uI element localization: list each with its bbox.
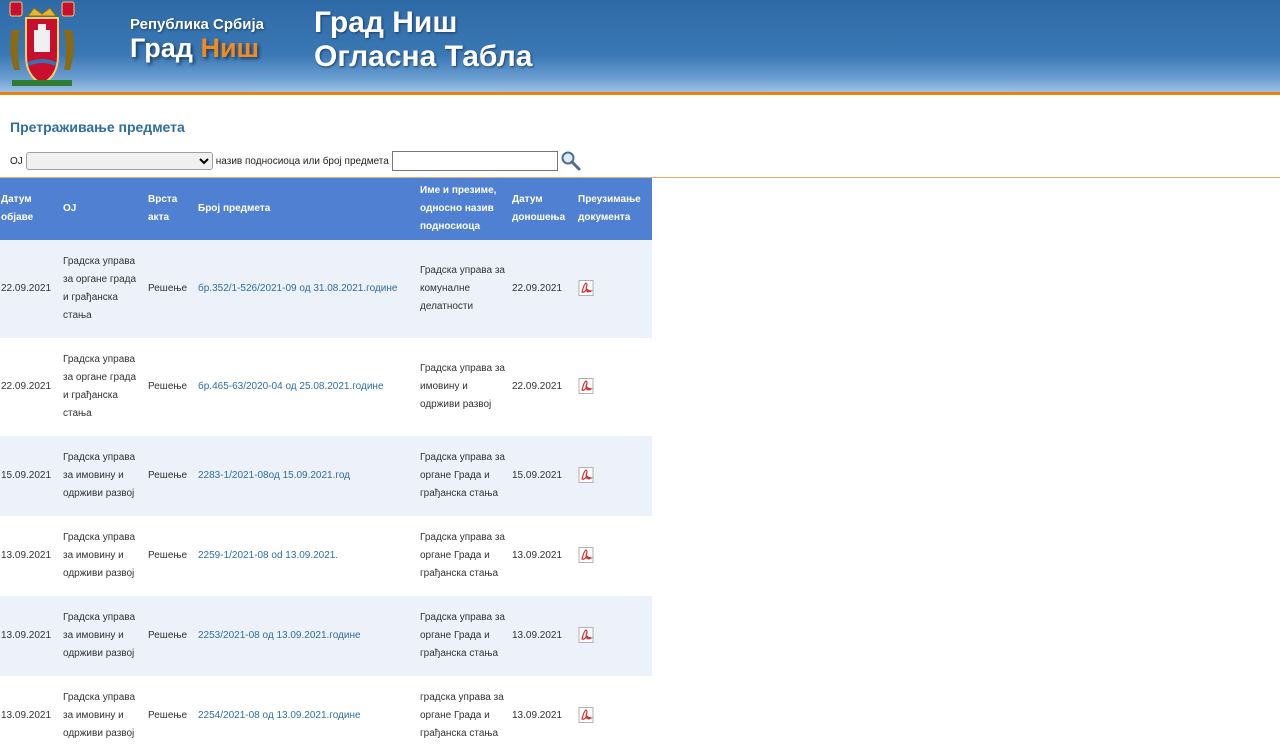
cell-applicant: Градска управа за имовину и одрживи разв… bbox=[420, 363, 505, 410]
cell-act-type: Решење bbox=[148, 381, 188, 392]
oj-select[interactable] bbox=[25, 152, 213, 170]
search-bar: ОЈ назив подносиоца или број предмета bbox=[10, 150, 582, 172]
cell-date-adopted: 13.09.2021 bbox=[512, 630, 563, 641]
pdf-icon[interactable] bbox=[578, 547, 594, 564]
cell-case-number: 2259-1/2021-08 od 13.09.2021. bbox=[198, 516, 420, 596]
cell-case-number: 2283-1/2021-08од 15.09.2021.год bbox=[198, 436, 420, 516]
col-download[interactable]: Преузимање документа bbox=[578, 178, 652, 240]
cell-case-number: 2253/2021-08 од 13.09.2021.године bbox=[198, 596, 420, 676]
cell-date-published: 13.09.2021 bbox=[1, 630, 52, 641]
cell-download bbox=[578, 436, 652, 516]
cell-act-type: Решење bbox=[148, 283, 188, 294]
cell-date-adopted: 13.09.2021 bbox=[512, 710, 563, 721]
cell-date-published: 22.09.2021 bbox=[1, 283, 52, 294]
cell-date-published: 22.09.2021 bbox=[1, 381, 52, 392]
city-crest-icon bbox=[9, 1, 75, 86]
cell-download bbox=[578, 240, 652, 338]
oj-label: ОЈ bbox=[10, 155, 23, 167]
site-title-line2: Огласна Табла bbox=[314, 40, 533, 73]
table-row: 13.09.2021 Градска управа за имовину и о… bbox=[0, 676, 652, 756]
pdf-icon[interactable] bbox=[578, 378, 594, 395]
cell-case-number: бр.465-63/2020-04 од 25.08.2021.године bbox=[198, 338, 420, 436]
pdf-icon[interactable] bbox=[578, 280, 594, 297]
cell-applicant: Градска управа за органе Града и грађанс… bbox=[420, 612, 505, 659]
case-number-link[interactable]: 2259-1/2021-08 od 13.09.2021. bbox=[198, 550, 338, 561]
pdf-icon[interactable] bbox=[578, 467, 594, 484]
cell-applicant: Градска управа за органе Града и грађанс… bbox=[420, 452, 505, 499]
cell-applicant: Градска управа за органе Града и грађанс… bbox=[420, 532, 505, 579]
case-number-link[interactable]: бр.352/1-526/2021-09 од 31.08.2021.годин… bbox=[198, 283, 397, 294]
cell-oj: Градска управа за имовину и одрживи разв… bbox=[63, 532, 136, 579]
table-row: 22.09.2021 Градска управа за органе град… bbox=[0, 338, 652, 436]
col-applicant[interactable]: Име и презиме, односно назив подносиоца bbox=[420, 178, 512, 240]
search-heading: Претраживање предмета bbox=[10, 119, 185, 135]
brand-logo[interactable]: Република Србија Град Ниш bbox=[130, 16, 264, 63]
brand-word: Град bbox=[130, 33, 193, 63]
table-header-row: Датум објаве ОЈ Врста акта Број предмета… bbox=[0, 178, 652, 240]
magnifier-icon[interactable] bbox=[560, 150, 582, 172]
cell-case-number: 2254/2021-08 од 13.09.2021.године bbox=[198, 676, 420, 756]
table-row: 15.09.2021 Градска управа за имовину и о… bbox=[0, 436, 652, 516]
cell-act-type: Решење bbox=[148, 710, 188, 721]
table-row: 22.09.2021 Градска управа за органе град… bbox=[0, 240, 652, 338]
cell-date-adopted: 22.09.2021 bbox=[512, 283, 563, 294]
case-number-link[interactable]: 2283-1/2021-08од 15.09.2021.год bbox=[198, 470, 350, 481]
search-input[interactable] bbox=[391, 151, 558, 171]
brand-country: Република Србија bbox=[130, 16, 265, 33]
cell-oj: Градска управа за органе града и грађанс… bbox=[63, 354, 137, 419]
cell-date-adopted: 13.09.2021 bbox=[512, 550, 563, 561]
col-act-type[interactable]: Врста акта bbox=[148, 178, 198, 240]
cell-download bbox=[578, 338, 652, 436]
results-table: Датум објаве ОЈ Врста акта Број предмета… bbox=[0, 178, 652, 756]
cell-oj: Градска управа за имовину и одрживи разв… bbox=[63, 692, 136, 739]
site-title: Град Ниш Огласна Табла bbox=[314, 6, 532, 74]
cell-date-adopted: 22.09.2021 bbox=[512, 381, 563, 392]
cell-download bbox=[578, 676, 652, 756]
table-row: 13.09.2021 Градска управа за имовину и о… bbox=[0, 596, 652, 676]
cell-act-type: Решење bbox=[148, 550, 188, 561]
case-number-link[interactable]: 2253/2021-08 од 13.09.2021.године bbox=[198, 630, 361, 641]
col-case-number[interactable]: Број предмета bbox=[198, 178, 420, 240]
site-title-line1: Град Ниш bbox=[314, 6, 458, 39]
col-date-adopted[interactable]: Датум доношења bbox=[512, 178, 578, 240]
pdf-icon[interactable] bbox=[578, 627, 594, 644]
cell-act-type: Решење bbox=[148, 630, 188, 641]
cell-oj: Градска управа за органе града и грађанс… bbox=[63, 256, 137, 321]
col-date-published[interactable]: Датум објаве bbox=[0, 178, 63, 240]
cell-case-number: бр.352/1-526/2021-09 од 31.08.2021.годин… bbox=[198, 240, 420, 338]
case-number-link[interactable]: 2254/2021-08 од 13.09.2021.године bbox=[198, 710, 361, 721]
case-number-link[interactable]: бр.465-63/2020-04 од 25.08.2021.године bbox=[198, 381, 384, 392]
site-header: Република Србија Град Ниш Град Ниш Оглас… bbox=[0, 0, 1280, 95]
cell-oj: Градска управа за имовину и одрживи разв… bbox=[63, 612, 136, 659]
cell-act-type: Решење bbox=[148, 470, 188, 481]
pdf-icon[interactable] bbox=[578, 707, 594, 724]
query-label: назив подносиоца или број предмета bbox=[215, 155, 389, 167]
brand-city: Град Ниш bbox=[130, 33, 264, 63]
cell-download bbox=[578, 516, 652, 596]
cell-oj: Градска управа за имовину и одрживи разв… bbox=[63, 452, 136, 499]
cell-date-published: 13.09.2021 bbox=[1, 710, 52, 721]
cell-applicant: градска управа за органе Града и грађанс… bbox=[420, 692, 504, 739]
cell-date-adopted: 15.09.2021 bbox=[512, 470, 563, 481]
cell-date-published: 15.09.2021 bbox=[1, 470, 52, 481]
cell-date-published: 13.09.2021 bbox=[1, 550, 52, 561]
results-table-wrapper: Датум објаве ОЈ Врста акта Број предмета… bbox=[0, 178, 652, 756]
cell-applicant: Градска управа за комуналне делатности bbox=[420, 265, 505, 312]
col-oj[interactable]: ОЈ bbox=[63, 178, 148, 240]
table-row: 13.09.2021 Градска управа за имовину и о… bbox=[0, 516, 652, 596]
brand-accent: Ниш bbox=[200, 33, 260, 63]
cell-download bbox=[578, 596, 652, 676]
